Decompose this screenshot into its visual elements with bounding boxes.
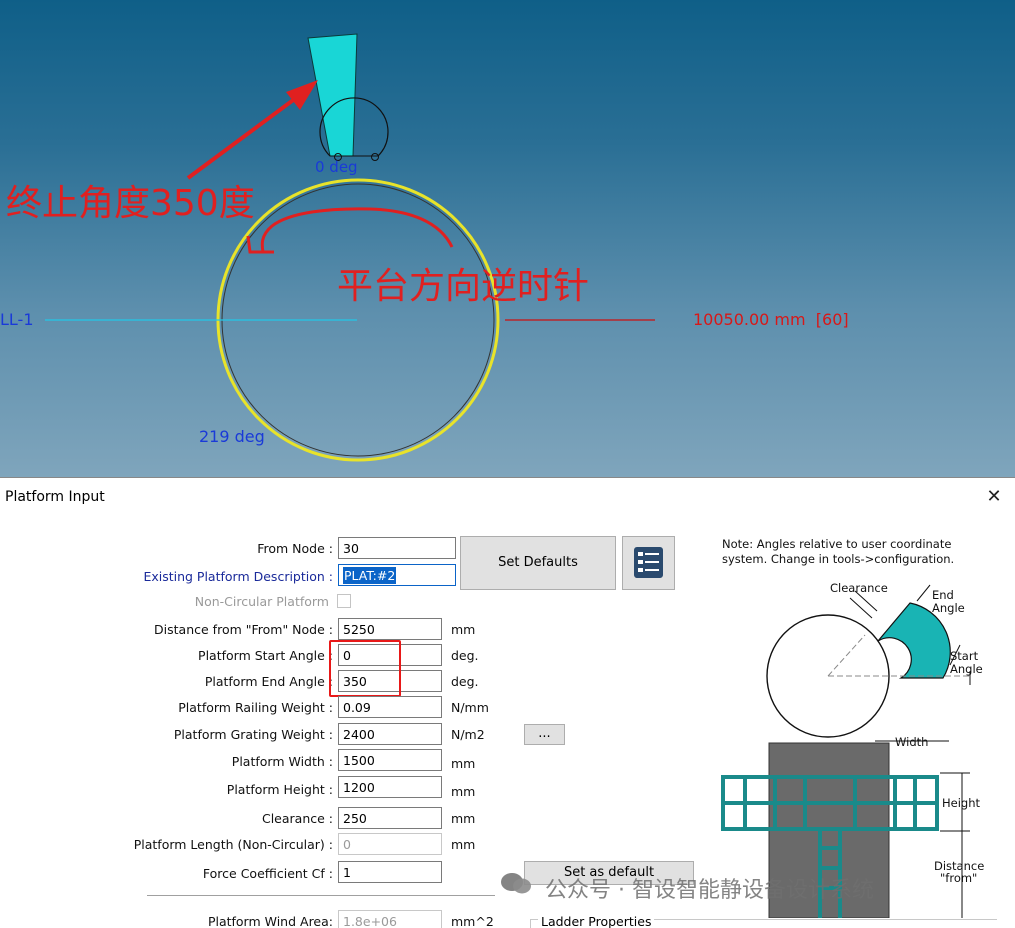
wechat-icon <box>500 871 532 895</box>
clearance-unit: mm <box>451 811 476 826</box>
end-angle-label: Platform End Angle : <box>204 674 333 689</box>
grating-input[interactable]: 2400 <box>338 723 442 745</box>
from-node-label: From Node : <box>257 541 333 556</box>
dimension-label: 10050.00 mm [60] <box>693 310 849 329</box>
length-input[interactable]: 0 <box>338 833 442 855</box>
height-unit: mm <box>451 784 476 799</box>
angle-highlight-box <box>329 640 401 697</box>
end-angle-annotation: 终止角度350度 <box>6 183 255 224</box>
close-icon[interactable]: ✕ <box>983 486 1005 508</box>
ccw-arc <box>246 207 454 254</box>
diagram-width-label: Width <box>895 735 929 749</box>
wind-area-input[interactable]: 1.8e+06 <box>338 910 442 928</box>
railing-label: Platform Railing Weight : <box>178 700 333 715</box>
list-icon <box>634 547 663 578</box>
distance-unit: mm <box>451 622 476 637</box>
end-angle-unit: deg. <box>451 674 479 689</box>
rim-deg-label: 219 deg <box>199 427 265 446</box>
separator <box>147 895 495 896</box>
existing-desc-label: Existing Platform Description : <box>143 569 333 584</box>
platform-input-dialog: Platform Input ✕ From Node : 30 Existing… <box>0 477 1015 928</box>
list-options-button[interactable] <box>622 536 675 590</box>
diagram-distance-label-2: "from" <box>940 871 978 885</box>
existing-desc-field[interactable]: PLAT:#2 <box>338 564 456 586</box>
diagram-start-angle-label-1: Start <box>950 649 979 663</box>
length-unit: mm <box>451 837 476 852</box>
height-label: Platform Height : <box>226 782 333 797</box>
direction-annotation: 平台方向逆时针 <box>337 266 590 307</box>
width-label: Platform Width : <box>231 754 333 769</box>
dialog-title: Platform Input <box>5 489 105 505</box>
cad-drawing <box>45 33 655 462</box>
set-defaults-button[interactable]: Set Defaults <box>460 536 616 590</box>
width-input[interactable]: 1500 <box>338 749 442 771</box>
wind-area-label: Platform Wind Area: <box>207 914 333 928</box>
grating-ellipsis-button[interactable]: ... <box>524 724 565 745</box>
platform-wedge <box>307 33 358 157</box>
length-label: Platform Length (Non-Circular) : <box>133 837 333 852</box>
line-label: LL-1 <box>0 310 34 329</box>
non-circular-checkbox[interactable] <box>337 594 351 608</box>
start-angle-unit: deg. <box>451 648 479 663</box>
distance-label: Distance from "From" Node : <box>154 622 333 637</box>
distance-input[interactable]: 5250 <box>338 618 442 640</box>
force-input[interactable]: 1 <box>338 861 442 883</box>
dialog-titlebar[interactable]: Platform Input ✕ <box>0 478 1015 516</box>
diagram-end-angle-label-2: Angle <box>932 601 965 615</box>
height-input[interactable]: 1200 <box>338 776 442 798</box>
cad-viewport[interactable]: 0 deg 219 deg 10050.00 mm [60] LL-1 终止角度… <box>0 0 1015 477</box>
grating-unit: N/m2 <box>451 727 485 742</box>
note-line-2: system. Change in tools->configuration. <box>722 552 955 566</box>
existing-desc-value: PLAT:#2 <box>343 567 397 584</box>
force-label: Force Coefficient Cf : <box>202 866 333 881</box>
width-unit: mm <box>451 756 476 771</box>
from-node-input[interactable]: 30 <box>338 537 456 559</box>
diagram-height-label: Height <box>942 796 981 810</box>
clearance-input[interactable]: 250 <box>338 807 442 829</box>
diagram-end-angle-label-1: End <box>932 588 954 602</box>
set-defaults-label: Set Defaults <box>498 555 578 570</box>
railing-input[interactable]: 0.09 <box>338 696 442 718</box>
railing-unit: N/mm <box>451 700 489 715</box>
diagram-clearance-label: Clearance <box>830 581 888 595</box>
diagram-start-angle-label-2: Angle <box>950 662 983 676</box>
wind-area-unit: mm^2 <box>451 914 494 928</box>
clearance-label: Clearance : <box>261 811 333 826</box>
start-angle-label: Platform Start Angle : <box>198 648 333 663</box>
non-circular-label: Non-Circular Platform <box>194 594 329 609</box>
ladder-properties-label: Ladder Properties <box>538 914 655 928</box>
note-line-1: Note: Angles relative to user coordinate <box>722 537 952 551</box>
watermark-text: 公众号 · 智设智能静设备设计系统 <box>545 878 874 903</box>
grating-label: Platform Grating Weight : <box>173 727 333 742</box>
start-deg-label: 0 deg <box>315 158 358 176</box>
